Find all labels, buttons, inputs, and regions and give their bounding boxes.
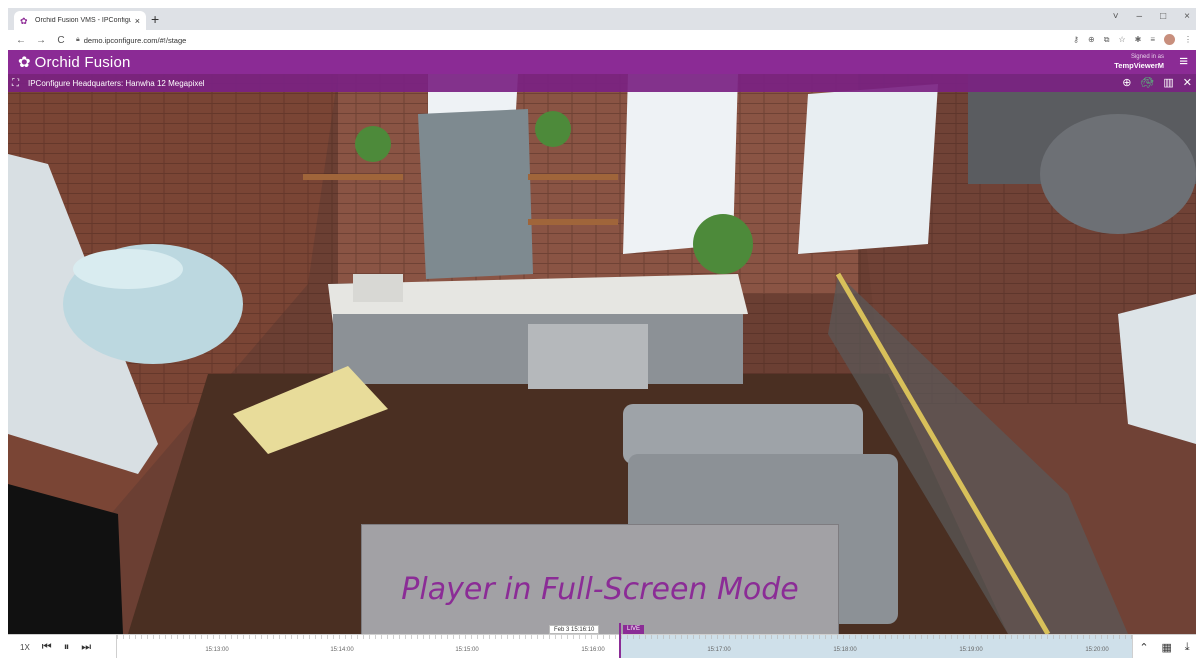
close-icon[interactable]: ✕: [1183, 76, 1192, 89]
timeline-label: 15:14:00: [330, 647, 354, 653]
timeline-current-marker[interactable]: [619, 623, 621, 658]
globe-icon[interactable]: ⊕: [1122, 76, 1131, 89]
reload-button[interactable]: C: [54, 35, 68, 46]
download-icon[interactable]: ⤓: [1185, 641, 1190, 654]
orchid-favicon-icon: ✿: [20, 15, 28, 26]
playback-speed[interactable]: 1X: [20, 643, 30, 652]
timeline-label: 15:16:00: [581, 647, 605, 653]
calendar-icon[interactable]: ▦: [1161, 641, 1171, 654]
signed-in-info: Signed in as TempViewerM: [1114, 53, 1164, 70]
timeline-label: 15:15:00: [455, 647, 479, 653]
key-icon[interactable]: ⚷: [1073, 35, 1079, 44]
timeline-actions: ⌃ ▦ ⤓: [1132, 635, 1196, 658]
bookmark-star-icon[interactable]: ☆: [1118, 35, 1125, 44]
pause-icon[interactable]: ⏸︎: [64, 641, 70, 654]
timeline-label: 15:19:00: [959, 647, 983, 653]
app-header: ✿ Orchid Fusion Signed in as TempViewerM…: [8, 50, 1196, 74]
reading-list-icon[interactable]: ≡: [1150, 35, 1155, 44]
player-toolbar: ⊕ 🐢︎ ▥ ✕: [1122, 76, 1192, 89]
camera-title: IPConfigure Headquarters: Hanwha 12 Mega…: [28, 78, 205, 88]
browser-menu-icon[interactable]: ⋮: [1184, 35, 1192, 44]
extensions-puzzle-icon[interactable]: ✱: [1135, 35, 1142, 44]
skip-back-icon[interactable]: ⏮︎: [42, 641, 52, 654]
profile-avatar[interactable]: [1164, 34, 1175, 45]
forward-button[interactable]: →: [34, 35, 48, 46]
timeline-label: 15:17:00: [707, 647, 731, 653]
timeline-label: 15:18:00: [833, 647, 857, 653]
close-window-button[interactable]: ×: [1184, 11, 1190, 22]
new-tab-button[interactable]: +: [151, 11, 159, 27]
signed-in-label: Signed in as: [1130, 54, 1164, 60]
playback-controls: 1X ⏮︎ ⏸︎ ⏭︎: [8, 635, 116, 658]
grid-icon[interactable]: ⛶: [12, 78, 24, 89]
app-name[interactable]: Orchid Fusion: [35, 54, 131, 71]
turtle-icon[interactable]: 🐢︎: [1140, 76, 1154, 89]
browser-tab[interactable]: ✿ Orchid Fusion VMS - IPConfigure ×: [14, 11, 146, 30]
tab-close-icon[interactable]: ×: [135, 16, 140, 26]
back-button[interactable]: ←: [14, 35, 28, 46]
share-icon[interactable]: ⧉: [1104, 35, 1110, 45]
chart-icon[interactable]: ▥: [1163, 76, 1173, 89]
fullscreen-caption-box: Player in Full-Screen Mode: [361, 524, 839, 634]
live-badge[interactable]: LIVE: [623, 625, 645, 634]
timeline-track[interactable]: 15:13:00 15:14:00 15:15:00 15:16:00 15:17:00…: [116, 623, 1133, 658]
skip-forward-icon[interactable]: ⏭︎: [81, 641, 91, 654]
zoom-icon[interactable]: ⊕: [1088, 35, 1095, 44]
tab-search-chevron-icon[interactable]: ˅: [1113, 11, 1119, 22]
username: TempViewerM: [1114, 61, 1164, 70]
playback-timeline: 1X ⏮︎ ⏸︎ ⏭︎ 15:13:00 15:14:00 15:15:00 15:1…: [8, 623, 1196, 658]
browser-window: ✿ Orchid Fusion VMS - IPConfigure × + ˅ …: [8, 8, 1196, 658]
window-controls: ˅ – □ ×: [1113, 11, 1190, 22]
timeline-label: 15:13:00: [205, 647, 229, 653]
orchid-logo-icon[interactable]: ✿: [18, 53, 31, 71]
browser-extensions: ⚷ ⊕ ⧉ ☆ ✱ ≡ ⋮: [1073, 34, 1192, 45]
address-bar: ← → C 🔒︎ demo.ipconfigure.com/#!/stage ⚷…: [8, 30, 1196, 50]
tab-strip: ✿ Orchid Fusion VMS - IPConfigure × + ˅ …: [8, 8, 1196, 30]
maximize-button[interactable]: □: [1160, 11, 1166, 22]
url-text: demo.ipconfigure.com/#!/stage: [83, 35, 187, 45]
timeline-ticks: [117, 635, 1133, 639]
url-field[interactable]: 🔒︎ demo.ipconfigure.com/#!/stage: [76, 36, 186, 45]
tab-title: Orchid Fusion VMS - IPConfigure: [35, 17, 131, 24]
chevron-up-icon[interactable]: ⌃: [1139, 641, 1148, 654]
minimize-button[interactable]: –: [1137, 11, 1143, 22]
hamburger-menu-icon[interactable]: ≡: [1179, 53, 1188, 70]
timeline-label: 15:20:00: [1085, 647, 1109, 653]
lock-icon: 🔒︎: [76, 36, 80, 43]
current-timestamp: Feb 3 15:16:10: [549, 625, 600, 634]
player-title-bar: ⛶ IPConfigure Headquarters: Hanwha 12 Me…: [8, 74, 1196, 92]
fullscreen-caption: Player in Full-Screen Mode: [401, 571, 799, 607]
video-player[interactable]: Player in Full-Screen Mode: [8, 74, 1196, 634]
